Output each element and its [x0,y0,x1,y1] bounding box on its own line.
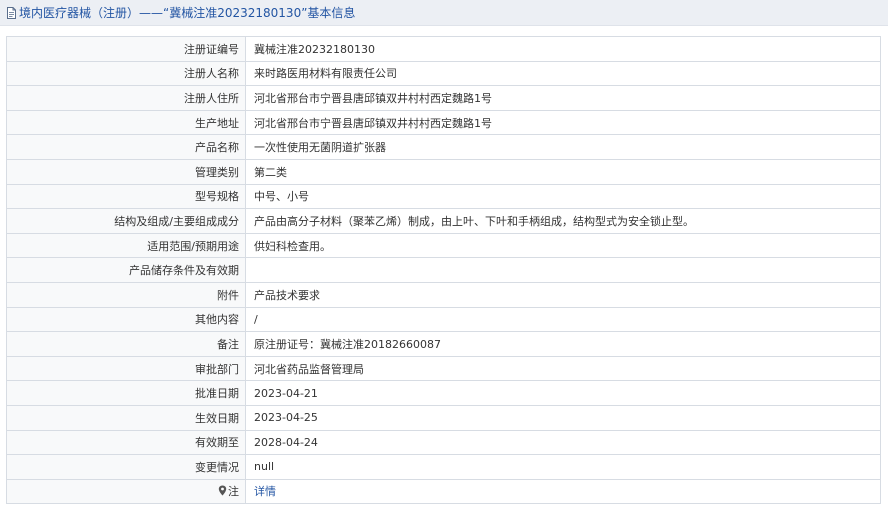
row-value: 河北省邢台市宁晋县唐邱镇双井村村西定魏路1号 [245,85,881,111]
row-label: 生效日期 [6,404,246,431]
table-row: 结构及组成/主要组成成分 产品由高分子材料（聚苯乙烯）制成，由上叶、下叶和手柄组成… [6,208,881,234]
row-value: 一次性使用无菌阴道扩张器 [245,134,881,160]
table-row: 审批部门 河北省药品监督管理局 [6,355,881,382]
row-label: 备注 [6,331,246,357]
row-label: 型号规格 [6,183,246,210]
note-label: 注 [228,485,239,499]
note-row: 注 详情 [6,478,881,505]
row-value: 原注册证号：冀械注准20182660087 [245,331,881,357]
table-row: 生效日期 2023-04-25 [6,404,881,431]
table-row: 其他内容 / [6,306,881,333]
row-value: 第二类 [245,158,881,185]
map-pin-icon [218,485,227,496]
row-value: 河北省药品监督管理局 [245,355,881,382]
row-label: 审批部门 [6,355,246,382]
row-value: null [245,454,881,480]
row-label: 注册人住所 [6,85,246,111]
row-label: 注册证编号 [6,36,246,62]
table-row: 注册证编号 冀械注准20232180130 [6,36,881,62]
row-label: 其他内容 [6,306,246,333]
row-label: 管理类别 [6,158,246,185]
row-label: 结构及组成/主要组成成分 [6,208,246,234]
device-info-table: 注册证编号 冀械注准20232180130 注册人名称 来时路医用材料有限责任公司 注册… [6,36,881,505]
table-row: 注册人名称 来时路医用材料有限责任公司 [6,60,881,87]
row-value [245,257,881,283]
table-row: 备注 原注册证号：冀械注准20182660087 [6,331,881,357]
note-label-cell: 注 [6,478,246,505]
row-value: 2028-04-24 [245,429,881,456]
table-row: 批准日期 2023-04-21 [6,380,881,406]
note-value-cell: 详情 [245,478,881,505]
row-label: 批准日期 [6,380,246,406]
row-label: 附件 [6,281,246,308]
row-label: 有效期至 [6,429,246,456]
row-label: 生产地址 [6,109,246,136]
table-row: 产品储存条件及有效期 [6,257,881,283]
table-row: 生产地址 河北省邢台市宁晋县唐邱镇双井村村西定魏路1号 [6,109,881,136]
row-label: 注册人名称 [6,60,246,87]
table-row: 有效期至 2028-04-24 [6,429,881,456]
page-header: 境内医疗器械（注册）——“冀械注准20232180130”基本信息 [0,0,888,26]
row-value: 中号、小号 [245,183,881,210]
row-value: 2023-04-25 [245,404,881,431]
row-value: 来时路医用材料有限责任公司 [245,60,881,87]
table-row: 产品名称 一次性使用无菌阴道扩张器 [6,134,881,160]
table-row: 附件 产品技术要求 [6,281,881,308]
row-value: 河北省邢台市宁晋县唐邱镇双井村村西定魏路1号 [245,109,881,136]
table-row: 变更情况 null [6,454,881,480]
table-row: 管理类别 第二类 [6,158,881,185]
details-link[interactable]: 详情 [254,485,276,498]
table-row: 适用范围/预期用途 供妇科检查用。 [6,232,881,259]
row-label: 产品储存条件及有效期 [6,257,246,283]
row-label: 变更情况 [6,454,246,480]
row-value: 供妇科检查用。 [245,232,881,259]
info-table-body: 注册证编号 冀械注准20232180130 注册人名称 来时路医用材料有限责任公司 注册… [6,36,881,505]
table-row: 注册人住所 河北省邢台市宁晋县唐邱镇双井村村西定魏路1号 [6,85,881,111]
row-label: 适用范围/预期用途 [6,232,246,259]
page-title: 境内医疗器械（注册）——“冀械注准20232180130”基本信息 [19,6,356,20]
row-value: 产品技术要求 [245,281,881,308]
row-value: / [245,306,881,333]
document-icon [6,6,17,19]
table-row: 型号规格 中号、小号 [6,183,881,210]
row-value: 2023-04-21 [245,380,881,406]
row-value: 冀械注准20232180130 [245,36,881,62]
row-value: 产品由高分子材料（聚苯乙烯）制成，由上叶、下叶和手柄组成，结构型式为安全锁止型。 [245,208,881,234]
row-label: 产品名称 [6,134,246,160]
